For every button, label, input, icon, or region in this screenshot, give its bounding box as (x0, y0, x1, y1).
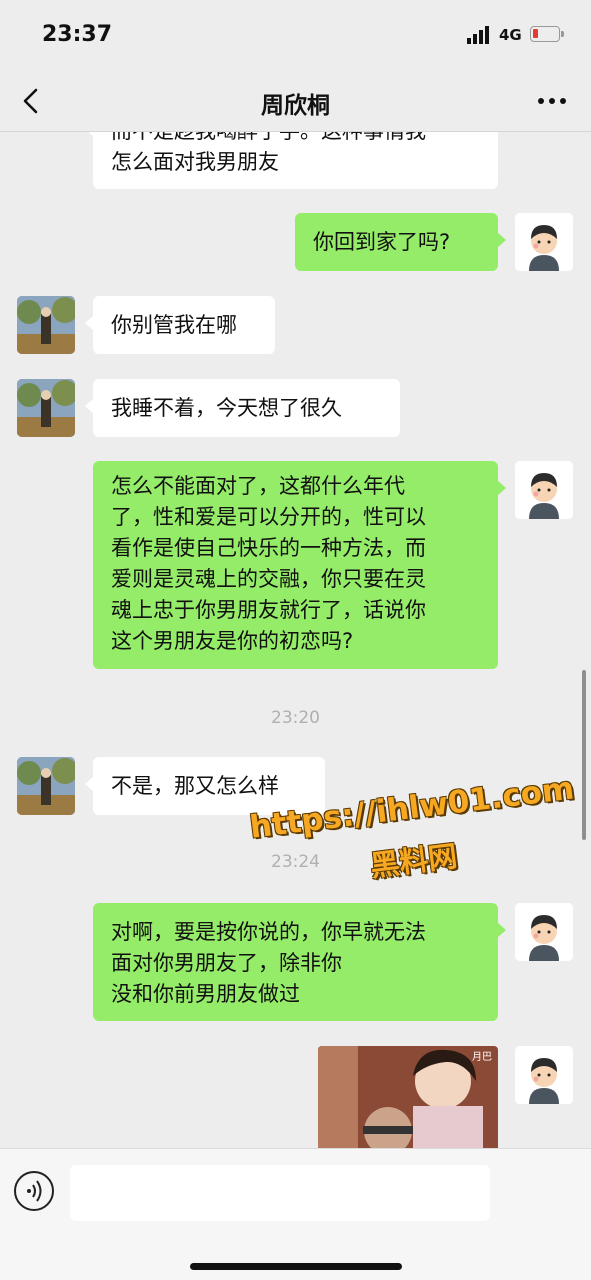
battery-icon (530, 26, 564, 42)
message-bubble-sent[interactable]: 怎么不能面对了，这都什么年代 了，性和爱是可以分开的，性可以 看作是使自己快乐的… (93, 461, 506, 669)
photo-avatar-icon (17, 296, 75, 354)
image-message[interactable]: 月巴 (318, 1046, 498, 1148)
image-tag: 月巴 (472, 1052, 492, 1063)
cartoon-boy-icon (515, 903, 573, 961)
cartoon-boy-icon (515, 1046, 573, 1104)
battery-level (533, 29, 538, 38)
photo-thumbnail-icon (318, 1046, 498, 1148)
voice-wave-icon (27, 1180, 42, 1202)
message-bubble-received[interactable]: 而不是趁我喝醉了手。这种事情我 怎么面对我男朋友 (85, 132, 498, 189)
more-options-button[interactable] (534, 84, 570, 118)
home-indicator (190, 1263, 402, 1270)
scrollbar[interactable] (582, 670, 586, 840)
self-avatar[interactable] (515, 903, 573, 961)
contact-avatar[interactable] (17, 296, 75, 354)
self-avatar[interactable] (515, 461, 573, 519)
message-input[interactable] (70, 1165, 490, 1221)
contact-avatar[interactable] (17, 379, 75, 437)
photo-avatar-icon (17, 379, 75, 437)
contact-name: 周欣桐 (261, 93, 330, 119)
status-time: 23:37 (42, 22, 113, 47)
timestamp: 23:24 (271, 852, 320, 872)
self-avatar[interactable] (515, 1046, 573, 1104)
message-bubble-received[interactable]: 我睡不着，今天想了很久 (85, 379, 400, 437)
cartoon-boy-icon (515, 213, 573, 271)
cartoon-boy-icon (515, 461, 573, 519)
message-list[interactable]: 而不是趁我喝醉了手。这种事情我 怎么面对我男朋友 你回到家了吗? 你别管我在哪 (0, 132, 591, 1148)
voice-input-button[interactable] (14, 1171, 54, 1211)
contact-avatar[interactable] (17, 757, 75, 815)
message-bubble-sent[interactable]: 对啊，要是按你说的，你早就无法 面对你男朋友了，除非你 没和你前男朋友做过 (93, 903, 506, 1021)
photo-avatar-icon (17, 757, 75, 815)
chat-header: 周欣桐 (0, 70, 591, 132)
self-avatar[interactable] (515, 213, 573, 271)
message-bubble-sent[interactable]: 你回到家了吗? (295, 213, 506, 271)
network-type: 4G (499, 26, 522, 44)
timestamp: 23:20 (271, 708, 320, 728)
status-bar: 23:37 4G (0, 0, 591, 70)
input-bar (0, 1148, 591, 1280)
message-bubble-received[interactable]: 你别管我在哪 (85, 296, 275, 354)
signal-icon (467, 26, 489, 44)
